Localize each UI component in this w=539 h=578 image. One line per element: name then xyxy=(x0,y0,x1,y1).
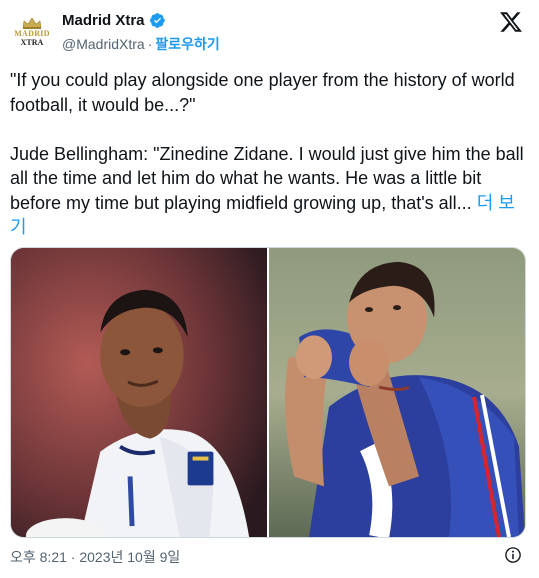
author-names: Madrid Xtra @MadridXtra · 팔로우하기 xyxy=(62,12,220,54)
zidane-image xyxy=(269,248,525,537)
tweet-footer: 오후 8:21 · 2023년 10월 9일 xyxy=(10,546,529,566)
bellingham-image xyxy=(11,248,267,537)
avatar-brand-line1: MADRID xyxy=(14,29,50,38)
author-display-name-row[interactable]: Madrid Xtra xyxy=(62,12,166,29)
author-handle[interactable]: @MadridXtra xyxy=(62,36,145,52)
verified-badge-icon xyxy=(149,13,165,28)
x-logo-icon[interactable] xyxy=(499,10,523,34)
separator-dot: · xyxy=(147,36,153,52)
handle-row: @MadridXtra · 팔로우하기 xyxy=(62,34,220,54)
tweet-card: MADRID XTRA Madrid Xtra @MadridXtra · 팔로우하… xyxy=(0,0,539,578)
follow-link[interactable]: 팔로우하기 xyxy=(155,36,219,52)
info-icon[interactable] xyxy=(504,546,522,564)
tweet-body: "If you could play alongside one player … xyxy=(10,70,524,213)
tweet-media[interactable] xyxy=(10,247,526,538)
author-display-name[interactable]: Madrid Xtra xyxy=(62,12,145,29)
tweet-header: MADRID XTRA Madrid Xtra @MadridXtra · 팔로우하… xyxy=(10,8,529,58)
avatar[interactable]: MADRID XTRA xyxy=(10,10,54,54)
photo-bellingham[interactable] xyxy=(11,248,267,537)
tweet-text: "If you could play alongside one player … xyxy=(10,68,530,240)
avatar-brand-line2: XTRA xyxy=(20,38,44,47)
crown-icon xyxy=(22,17,42,29)
photo-zidane[interactable] xyxy=(269,248,525,537)
timestamp[interactable]: 오후 8:21 · 2023년 10월 9일 xyxy=(10,547,180,567)
